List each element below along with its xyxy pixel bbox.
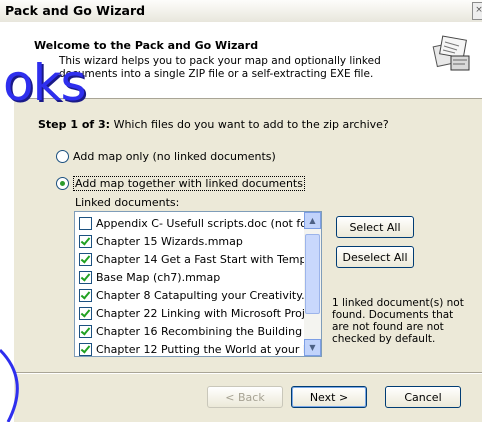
linked-document-label: Chapter 22 Linking with Microsoft Projec — [96, 306, 305, 320]
linked-document-item[interactable]: Chapter 8 Catapulting your Creativity.m — [77, 286, 305, 304]
linked-document-item[interactable]: Chapter 14 Get a Fast Start with Templa — [77, 250, 305, 268]
linked-document-label: Chapter 12 Putting the World at your M — [96, 342, 305, 356]
scroll-up-icon[interactable]: ▲ — [304, 212, 321, 229]
decorative-curve — [0, 348, 19, 422]
linked-document-checkbox[interactable] — [79, 216, 92, 230]
scroll-down-icon[interactable]: ▼ — [304, 339, 321, 356]
radio-map-only[interactable]: Add map only (no linked documents) — [56, 150, 276, 163]
back-button[interactable]: < Back — [207, 386, 283, 408]
pack-and-go-wizard-window: Pack and Go Wizard × Welcome to the Pack… — [0, 0, 482, 422]
pack-and-go-icon — [432, 35, 470, 71]
radio-button[interactable] — [56, 150, 69, 163]
linked-document-label: Appendix C- Usefull scripts.doc (not fou — [96, 216, 305, 230]
linked-document-checkbox[interactable] — [79, 306, 92, 320]
select-all-button[interactable]: Select All — [336, 216, 414, 238]
radio-map-with-linked-label: Add map together with linked documents — [73, 176, 305, 191]
linked-document-label: Chapter 16 Recombining the Building Blo — [96, 324, 305, 338]
linked-document-checkbox[interactable] — [79, 270, 92, 284]
linked-document-label: Chapter 15 Wizards.mmap — [96, 234, 243, 248]
window-title: Pack and Go Wizard — [5, 3, 146, 18]
linked-document-label: Base Map (ch7).mmap — [96, 270, 221, 284]
linked-document-item[interactable]: Chapter 16 Recombining the Building Blo — [77, 322, 305, 340]
title-bar[interactable]: Pack and Go Wizard × — [0, 0, 482, 23]
linked-documents-items: Appendix C- Usefull scripts.doc (not fou… — [77, 214, 305, 356]
linked-document-item[interactable]: Appendix C- Usefull scripts.doc (not fou — [77, 214, 305, 232]
list-scrollbar[interactable]: ▲ ▼ — [304, 212, 321, 356]
step-instruction: Step 1 of 3: Which files do you want to … — [38, 118, 389, 131]
header-title: Welcome to the Pack and Go Wizard — [34, 39, 259, 52]
linked-document-label: Chapter 8 Catapulting your Creativity.m — [96, 288, 305, 302]
radio-button-selected[interactable] — [56, 177, 69, 190]
step-number: Step 1 of 3: — [38, 118, 111, 131]
deselect-all-button[interactable]: Deselect All — [336, 246, 414, 268]
linked-document-item[interactable]: Base Map (ch7).mmap — [77, 268, 305, 286]
linked-document-label: Chapter 14 Get a Fast Start with Templa — [96, 252, 305, 266]
footer-divider — [14, 372, 482, 374]
linked-documents-list[interactable]: Appendix C- Usefull scripts.doc (not fou… — [74, 211, 322, 357]
linked-documents-label: Linked documents: — [75, 196, 180, 209]
linked-document-item[interactable]: Chapter 15 Wizards.mmap — [77, 232, 305, 250]
linked-document-checkbox[interactable] — [79, 324, 92, 338]
linked-document-checkbox[interactable] — [79, 288, 92, 302]
next-button[interactable]: Next > — [291, 386, 367, 408]
watermark-text: oks — [3, 54, 87, 112]
step-question: Which files do you want to add to the zi… — [113, 118, 389, 131]
radio-map-only-label: Add map only (no linked documents) — [73, 150, 276, 163]
linked-document-checkbox[interactable] — [79, 342, 92, 356]
missing-documents-note: 1 linked document(s) not found. Document… — [332, 297, 464, 345]
cancel-button[interactable]: Cancel — [385, 386, 461, 408]
close-icon[interactable]: × — [472, 2, 482, 20]
linked-document-item[interactable]: Chapter 22 Linking with Microsoft Projec — [77, 304, 305, 322]
scroll-thumb[interactable] — [305, 234, 320, 314]
linked-document-checkbox[interactable] — [79, 234, 92, 248]
linked-document-checkbox[interactable] — [79, 252, 92, 266]
linked-document-item[interactable]: Chapter 12 Putting the World at your M — [77, 340, 305, 356]
header-description: This wizard helps you to pack your map a… — [59, 55, 381, 80]
radio-map-with-linked[interactable]: Add map together with linked documents — [56, 176, 305, 191]
